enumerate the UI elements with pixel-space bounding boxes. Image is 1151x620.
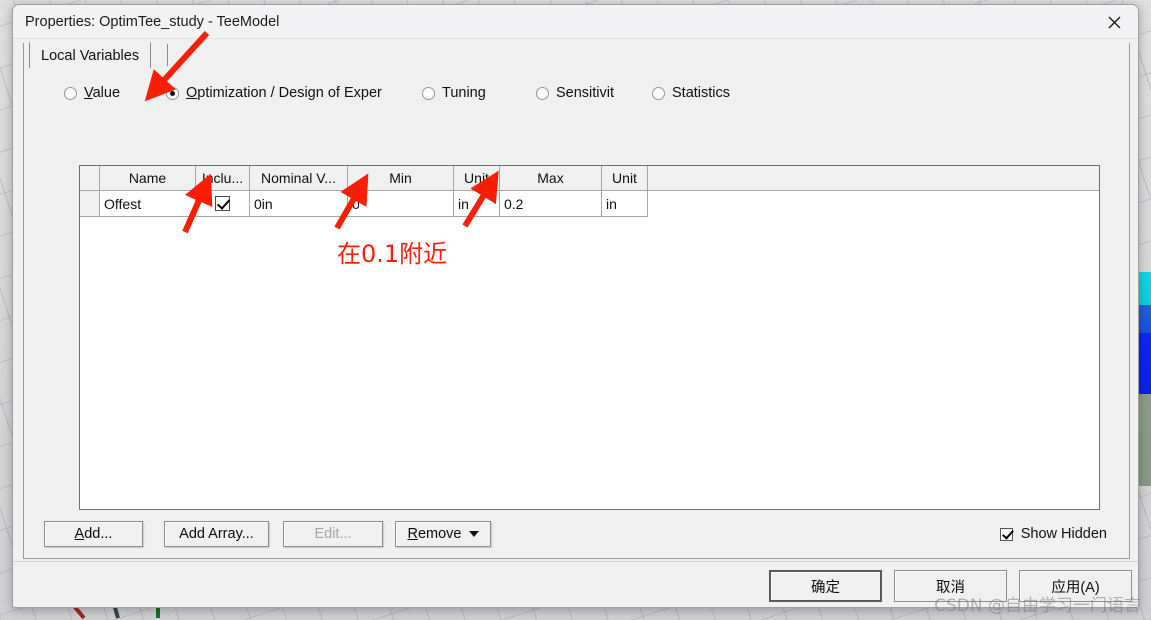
remove-button-label: Remove — [407, 526, 462, 542]
action-button-bar: Add... Add Array... Edit... Remove — [24, 521, 1129, 555]
close-button[interactable] — [1091, 5, 1138, 39]
edit-button: Edit... — [283, 521, 383, 547]
grid-header-min[interactable]: Min — [348, 166, 454, 191]
show-hidden-checkbox-group[interactable]: Show Hidden — [999, 526, 1107, 542]
tab-divider — [167, 44, 168, 66]
radio-optimization-doe[interactable]: Optimization / Design of Exper — [166, 85, 382, 101]
include-checkbox[interactable] — [215, 196, 230, 211]
close-icon — [1108, 16, 1121, 28]
cell-filler — [648, 191, 1099, 217]
cell-min[interactable]: 0 — [348, 191, 454, 217]
radio-mark-optimization-doe — [166, 86, 179, 100]
add-button[interactable]: Add... — [44, 521, 143, 547]
ok-button-label: 确定 — [811, 579, 840, 596]
add-array-button[interactable]: Add Array... — [164, 521, 269, 547]
remove-button[interactable]: Remove — [395, 521, 491, 547]
radio-mark-statistics — [652, 86, 665, 100]
cell-max[interactable]: 0.2 — [500, 191, 602, 217]
dialog-body: Local Variables Value Optimization / Des… — [23, 42, 1130, 559]
cell-max-unit[interactable]: in — [602, 191, 648, 217]
tab-strip: Local Variables — [24, 42, 1129, 68]
grid-header-name[interactable]: Name — [100, 166, 196, 191]
radio-statistics[interactable]: Statistics — [652, 85, 730, 101]
radio-statistics-label: Statistics — [672, 85, 731, 101]
radio-value-label: Value — [84, 85, 121, 101]
variables-grid: Name Inclu... Nominal V... Min Unit Max … — [79, 165, 1100, 510]
grid-header-max-unit[interactable]: Unit — [602, 166, 648, 191]
grid-header-include[interactable]: Inclu... — [196, 166, 250, 191]
annotation-note: 在0.1附近 — [337, 240, 448, 268]
add-array-button-label: Add Array... — [179, 526, 254, 542]
cell-min-unit[interactable]: in — [454, 191, 500, 217]
grid-header-max[interactable]: Max — [500, 166, 602, 191]
properties-dialog: Properties: OptimTee_study - TeeModel Lo… — [12, 4, 1139, 608]
radio-sensitivity[interactable]: Sensitivit — [536, 85, 614, 101]
radio-mark-value — [64, 86, 77, 100]
radio-tuning[interactable]: Tuning — [422, 85, 486, 101]
row-selector-cell[interactable] — [80, 191, 100, 217]
add-button-label: Add... — [74, 526, 113, 542]
edit-button-label: Edit... — [314, 526, 352, 542]
cell-include[interactable] — [196, 191, 250, 217]
grid-header-min-unit[interactable]: Unit — [454, 166, 500, 191]
radio-mark-tuning — [422, 86, 435, 100]
radio-optimization-doe-label: Optimization / Design of Exper — [186, 85, 382, 101]
show-hidden-label: Show Hidden — [1020, 526, 1107, 542]
dialog-title-bar: Properties: OptimTee_study - TeeModel — [13, 5, 1138, 39]
ok-button[interactable]: 确定 — [769, 570, 882, 602]
cell-nominal-value[interactable]: 0in — [250, 191, 348, 217]
radio-tuning-label: Tuning — [442, 85, 486, 101]
grid-header-nominal-value[interactable]: Nominal V... — [250, 166, 348, 191]
radio-sensitivity-label: Sensitivit — [556, 85, 615, 101]
grid-header-filler — [648, 166, 1099, 191]
show-hidden-checkbox[interactable] — [999, 527, 1013, 541]
chevron-down-icon — [468, 531, 479, 537]
radio-mark-sensitivity — [536, 86, 549, 100]
page-title: Properties: OptimTee_study - TeeModel — [25, 14, 280, 30]
tab-local-variables-label: Local Variables — [41, 47, 140, 64]
watermark: CSDN @自由学习一门语言 — [934, 596, 1141, 616]
cell-name[interactable]: Offest — [100, 191, 196, 217]
tab-local-variables[interactable]: Local Variables — [29, 42, 152, 68]
grid-header-selector — [80, 166, 100, 191]
grid-header-row: Name Inclu... Nominal V... Min Unit Max … — [80, 166, 1099, 191]
table-row[interactable]: Offest 0in 0 in 0.2 in — [80, 191, 1099, 217]
radio-value[interactable]: Value — [64, 85, 120, 101]
mode-radio-group: Value Optimization / Design of Exper Tun… — [24, 85, 1129, 109]
